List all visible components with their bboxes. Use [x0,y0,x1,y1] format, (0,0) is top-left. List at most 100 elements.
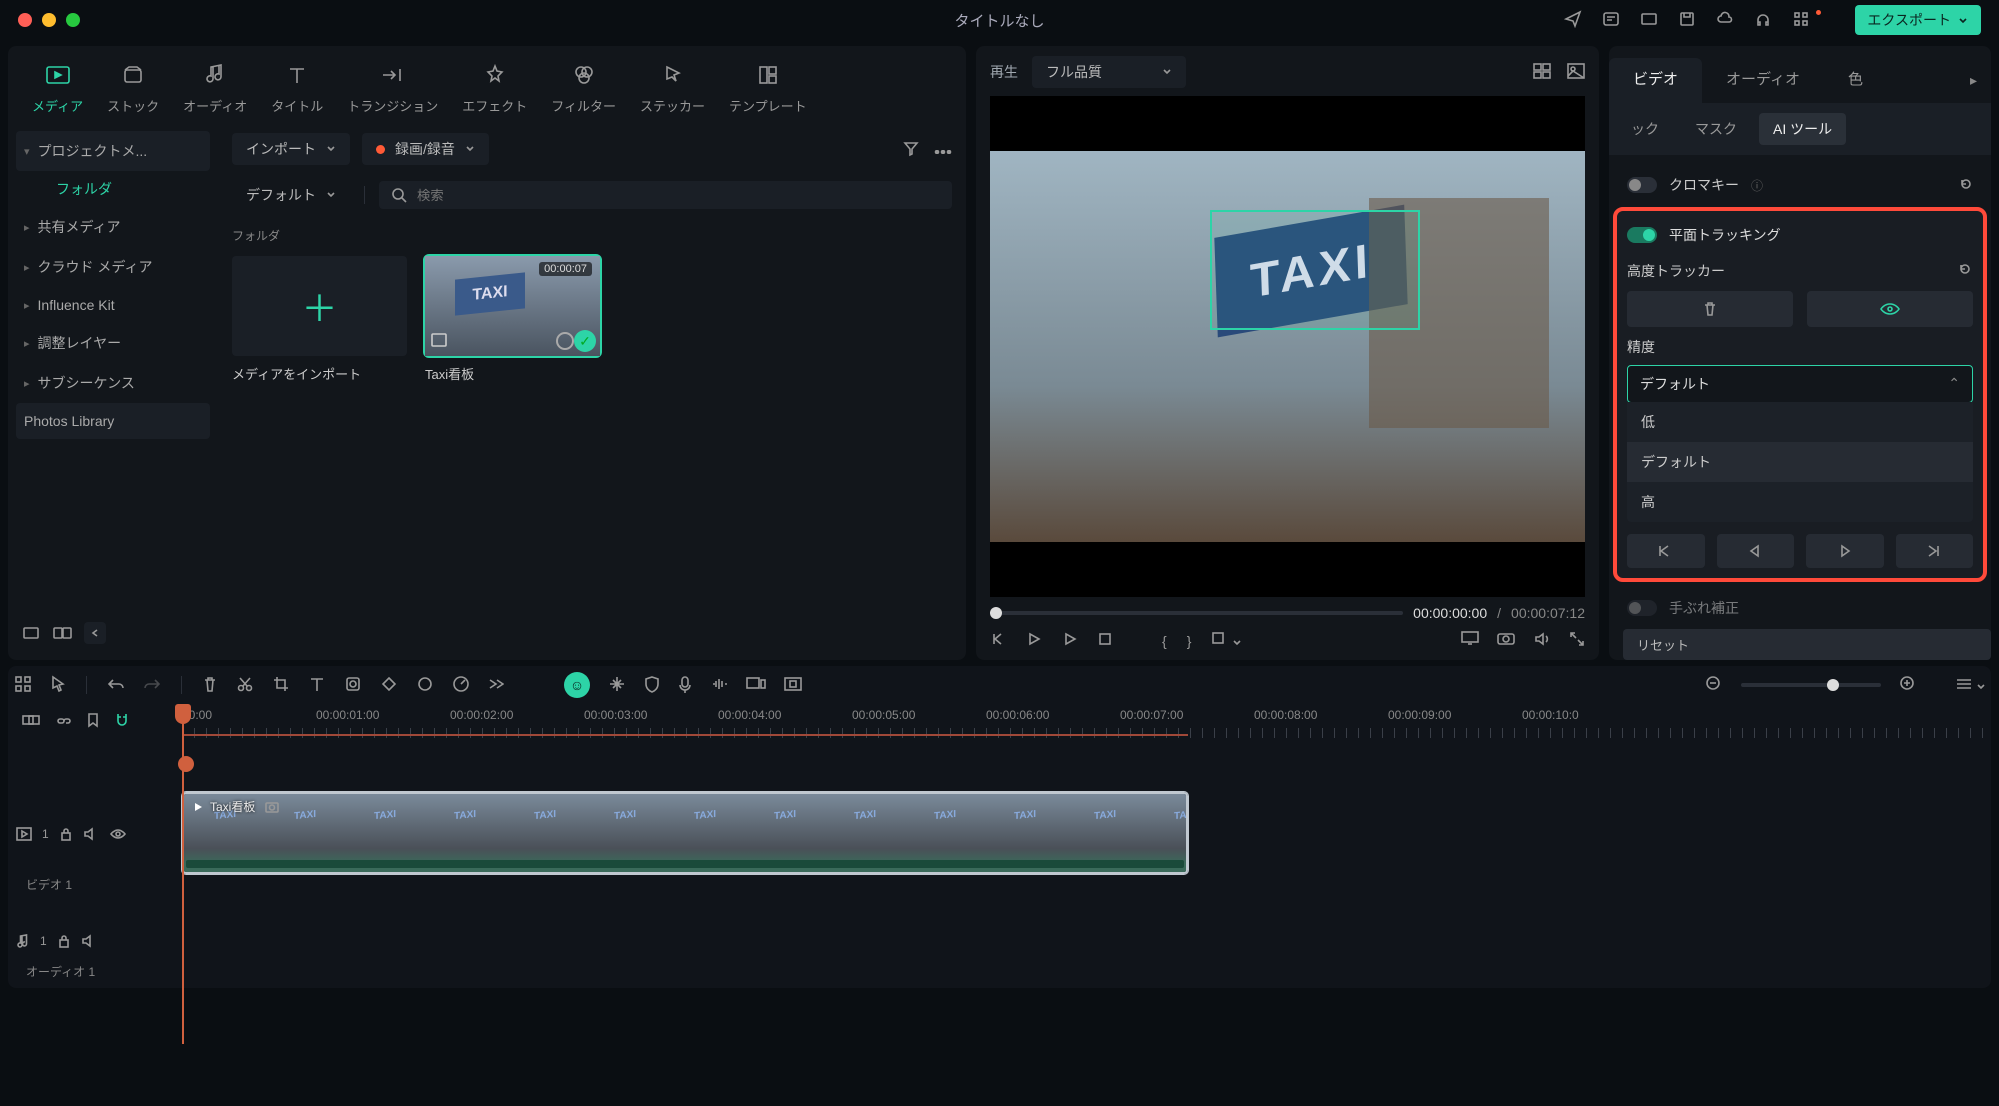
play-button[interactable] [1026,631,1042,650]
video-clip[interactable]: Taxi看板 [182,792,1188,874]
scrub-handle[interactable] [990,607,1002,619]
subtab-mask[interactable]: マスク [1681,113,1751,145]
preview-viewport[interactable]: TAXI [990,96,1585,597]
sidebar-shared-media[interactable]: ▸共有メディア [16,207,210,247]
shield-icon[interactable] [644,675,660,696]
import-dropdown[interactable]: インポート [232,133,350,165]
sidebar-cloud-media[interactable]: ▸クラウド メディア [16,247,210,287]
zoom-slider[interactable] [1741,683,1881,687]
sort-dropdown[interactable]: デフォルト [232,179,350,211]
info-icon[interactable]: ⓘ [1751,177,1763,194]
track-fastforward-button[interactable] [1896,534,1974,568]
chroma-key-row[interactable]: クロマキーⓘ [1623,165,1977,205]
grid-view-icon[interactable] [1533,63,1551,82]
text-icon[interactable] [308,675,326,696]
video-track-header[interactable]: 1 [16,827,182,841]
planar-tracking-toggle[interactable] [1627,227,1657,243]
media-clip-taxi[interactable]: TAXI 00:00:07 ✓ [425,256,600,356]
import-media-button[interactable]: ＋ [232,256,407,356]
cut-icon[interactable] [236,675,254,696]
crop-icon[interactable] [272,675,290,696]
tracking-box[interactable] [1210,210,1420,330]
playhead-head-icon[interactable] [175,704,191,724]
crop-dropdown[interactable] [1211,631,1241,650]
frame-icon[interactable] [784,677,802,694]
precision-option-high[interactable]: 高 [1627,482,1973,522]
cloud-icon[interactable] [1716,10,1734,31]
tab-title[interactable]: タイトル [259,56,335,119]
tab-audio[interactable]: オーディオ [171,56,259,119]
work-area-range[interactable] [182,728,1188,736]
filter-icon[interactable] [902,139,920,160]
mask-tool-icon[interactable] [344,675,362,696]
play-forward-button[interactable] [1062,631,1078,650]
mark-in-button[interactable]: { [1162,633,1167,649]
track-rewind-button[interactable] [1627,534,1705,568]
sidebar-influence-kit[interactable]: ▸Influence Kit [16,287,210,323]
undo-icon[interactable] [107,677,125,694]
snap-icon[interactable] [14,675,32,696]
tab-stock[interactable]: ストック [95,56,171,119]
sidebar-folder[interactable]: フォルダ [16,171,210,207]
maximize-window-icon[interactable] [66,13,80,27]
precision-select[interactable]: デフォルト⌃ [1627,365,1973,403]
mute-icon[interactable] [81,934,97,948]
scrub-bar[interactable] [990,611,1403,615]
delete-icon[interactable] [202,675,218,696]
audio-edit-icon[interactable] [710,676,728,695]
mic-icon[interactable] [678,675,692,696]
timeline-marker-icon[interactable] [86,712,100,731]
track-back-button[interactable] [1717,534,1795,568]
timeline-ruler[interactable]: 00:00 00:00:01:00 00:00:02:00 00:00:03:0… [182,704,1991,744]
visibility-icon[interactable] [109,828,127,840]
playhead[interactable] [182,704,184,1044]
reset-icon[interactable] [1959,177,1973,194]
tab-video[interactable]: ビデオ [1609,58,1702,103]
reset-tracker-icon[interactable] [1957,261,1973,280]
clip-add-icon[interactable] [556,332,574,350]
sidebar-subsequence[interactable]: ▸サブシーケンス [16,363,210,403]
pointer-icon[interactable] [50,675,66,696]
apps-icon[interactable] [1792,10,1810,31]
precision-option-low[interactable]: 低 [1627,402,1973,442]
device-icon[interactable] [746,677,766,694]
timeline-magnet-icon[interactable] [114,712,130,731]
mark-out-button[interactable]: } [1187,633,1192,649]
view-tracker-button[interactable] [1807,291,1973,327]
more-icon[interactable] [934,141,952,157]
prev-frame-button[interactable] [990,631,1006,650]
view-mode-icon[interactable] [1955,677,1985,694]
tab-media[interactable]: メディア [20,56,95,119]
new-bin-icon[interactable] [52,624,72,643]
keyframe-icon[interactable] [380,675,398,696]
precision-option-default[interactable]: デフォルト [1627,442,1973,482]
stop-button[interactable] [1098,632,1112,649]
ai-face-button[interactable]: ☺ [564,672,590,698]
subtab-crop[interactable]: ック [1617,113,1673,145]
send-icon[interactable] [1564,10,1582,31]
tab-audio-inspector[interactable]: オーディオ [1702,58,1824,103]
speed-icon[interactable] [452,675,470,696]
fullscreen-icon[interactable] [1569,631,1585,650]
timeline-chain-icon[interactable] [54,714,72,730]
timeline-marker[interactable] [178,756,194,772]
screen-icon[interactable] [1640,10,1658,31]
volume-icon[interactable] [1533,631,1551,650]
tab-color[interactable]: 色 [1824,58,1887,103]
display-icon[interactable] [1461,631,1479,650]
zoom-handle[interactable] [1827,679,1839,691]
search-input[interactable] [379,181,952,209]
subtab-ai-tools[interactable]: AI ツール [1759,113,1846,145]
tab-transition[interactable]: トランジション [335,56,450,119]
news-icon[interactable] [1602,10,1620,31]
mute-icon[interactable] [83,827,99,841]
picture-icon[interactable] [1567,63,1585,82]
minimize-window-icon[interactable] [42,13,56,27]
sidebar-photos-library[interactable]: Photos Library [16,403,210,439]
search-field[interactable] [417,188,940,203]
tabs-scroll-right-icon[interactable]: ▸ [1970,72,1991,89]
chroma-key-toggle[interactable] [1627,177,1657,193]
sparkle-icon[interactable] [608,675,626,696]
track-forward-button[interactable] [1806,534,1884,568]
color-icon[interactable] [416,675,434,696]
